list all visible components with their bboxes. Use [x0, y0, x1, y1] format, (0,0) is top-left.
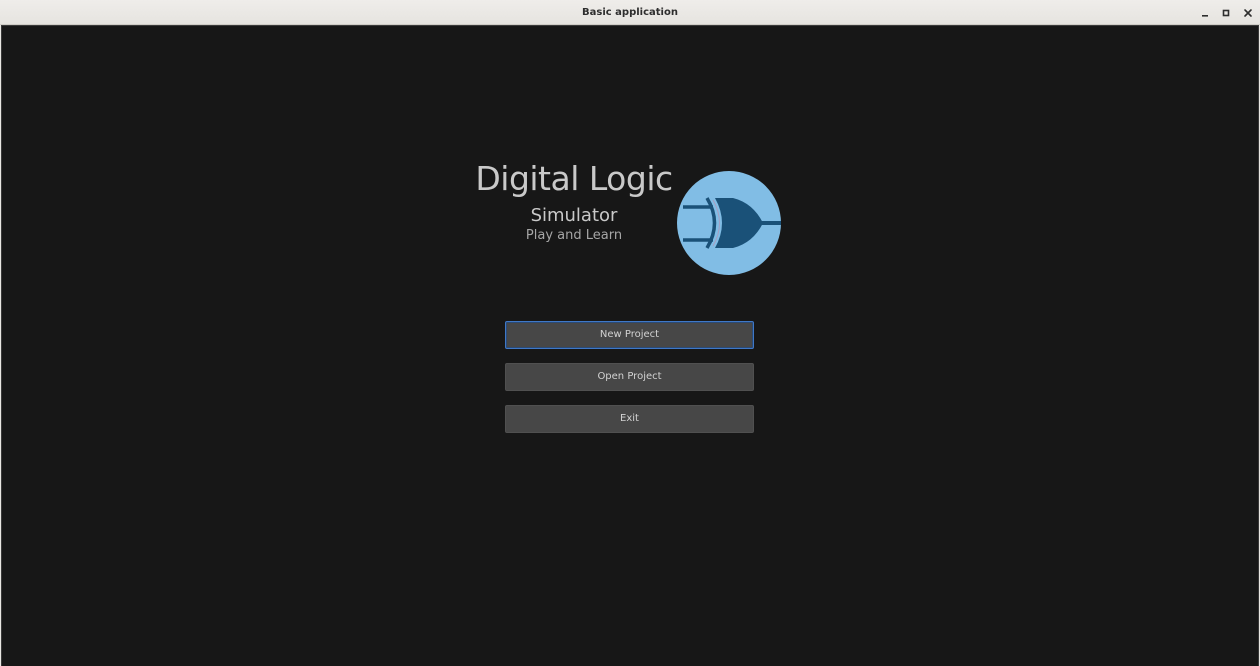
close-button[interactable] [1239, 0, 1257, 25]
open-project-button[interactable]: Open Project [505, 363, 754, 391]
minimize-button[interactable] [1196, 0, 1214, 25]
app-tagline: Play and Learn [525, 228, 623, 243]
close-icon [1244, 8, 1252, 17]
new-project-button[interactable]: New Project [505, 321, 754, 349]
maximize-icon [1222, 9, 1230, 16]
window-titlebar[interactable]: Basic application [0, 0, 1260, 25]
maximize-button[interactable] [1217, 0, 1235, 25]
xor-gate-icon [677, 171, 781, 275]
app-title: Digital Logic [475, 159, 673, 198]
window-title: Basic application [582, 7, 678, 18]
splash-heading: Digital Logic Simulator Play and Learn [474, 157, 674, 244]
app-subtitle: Simulator [530, 205, 618, 226]
minimize-icon [1202, 14, 1208, 17]
exit-button[interactable]: Exit [505, 405, 754, 433]
